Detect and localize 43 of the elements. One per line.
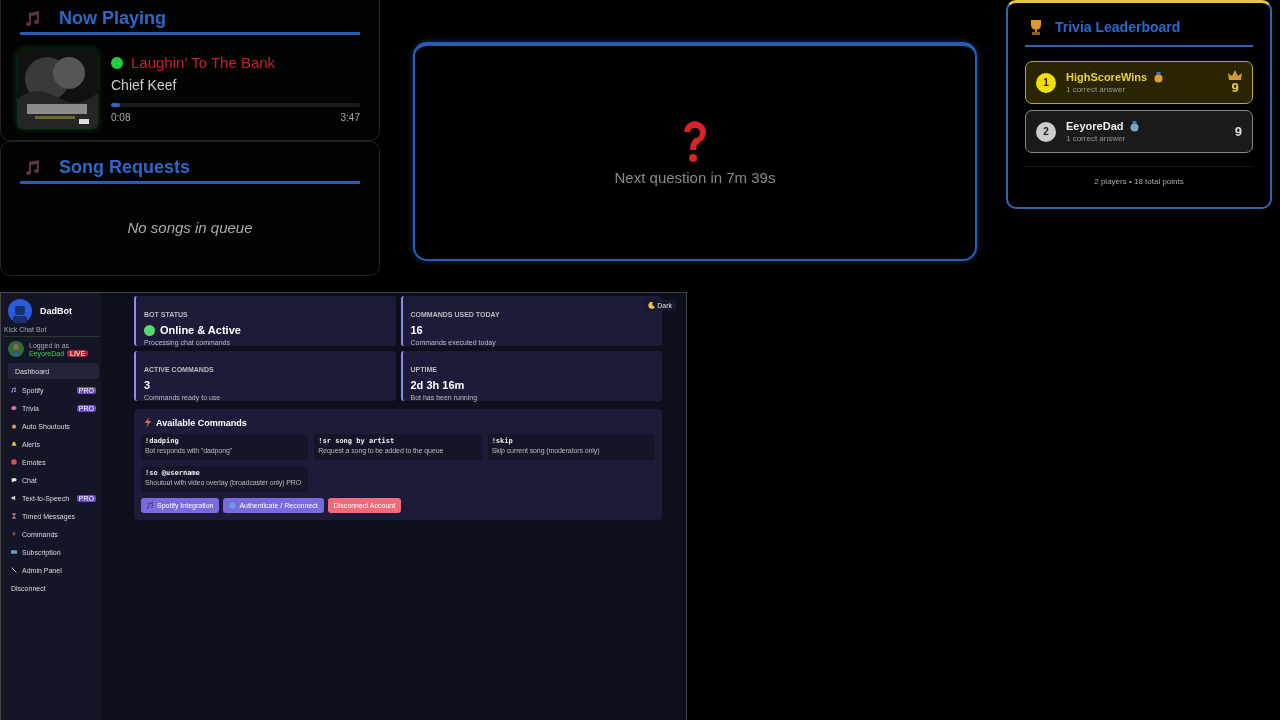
speaker-icon: [11, 495, 17, 501]
bell-icon: [11, 441, 17, 447]
panel-title: Trivia Leaderboard: [1055, 19, 1181, 35]
speech-bubble-icon: [11, 477, 17, 483]
brain-icon: [11, 405, 17, 411]
trophy-icon: [1029, 19, 1043, 35]
wrench-icon: [11, 567, 17, 573]
brand-name: DadBot: [40, 306, 72, 316]
music-note-icon: [11, 387, 17, 393]
player-name: HighScoreWins: [1066, 71, 1148, 83]
stat-value: 2d 3h 16m: [410, 379, 465, 391]
lightning-icon: [11, 531, 17, 537]
moon-icon: [648, 302, 656, 309]
panel-title: Song Requests: [59, 156, 191, 178]
section-title: Available Commands: [156, 417, 247, 428]
empty-queue-message: No songs in queue: [126, 219, 254, 236]
music-note-icon: [147, 502, 154, 509]
stat-value: 16: [410, 324, 423, 336]
emote-icon: [11, 459, 17, 465]
crown-icon: [1228, 70, 1242, 80]
stat-value: 3: [144, 379, 151, 391]
player-points: 9: [1231, 80, 1239, 95]
answer-count: 1 correct answer: [1066, 134, 1127, 143]
card-icon: [11, 549, 17, 555]
stat-value: Online & Active: [160, 324, 241, 336]
leaderboard-summary: 2 players • 18 total points: [1025, 166, 1253, 186]
player-name: EeyoreDad: [1066, 120, 1124, 132]
elapsed-time: 0:08: [111, 112, 131, 123]
panel-title: Now Playing: [59, 7, 166, 29]
lightning-icon: [144, 417, 151, 428]
rank-badge: 1: [1036, 72, 1056, 93]
countdown-text: Next question in 7m 39s: [614, 169, 776, 186]
user-avatar-icon: [8, 341, 24, 357]
track-title: Laughin' To The Bank: [131, 54, 276, 71]
duration-time: 3:47: [340, 112, 360, 123]
player-points: 9: [1234, 124, 1242, 139]
medal-icon: [1130, 120, 1140, 132]
artist-name: Chief Keef: [111, 77, 178, 93]
medal-icon: [1154, 71, 1164, 83]
hourglass-icon: [11, 513, 17, 519]
bot-avatar-icon: [8, 299, 32, 323]
answer-count: 1 correct answer: [1066, 85, 1127, 94]
rank-badge: 2: [1036, 121, 1056, 142]
